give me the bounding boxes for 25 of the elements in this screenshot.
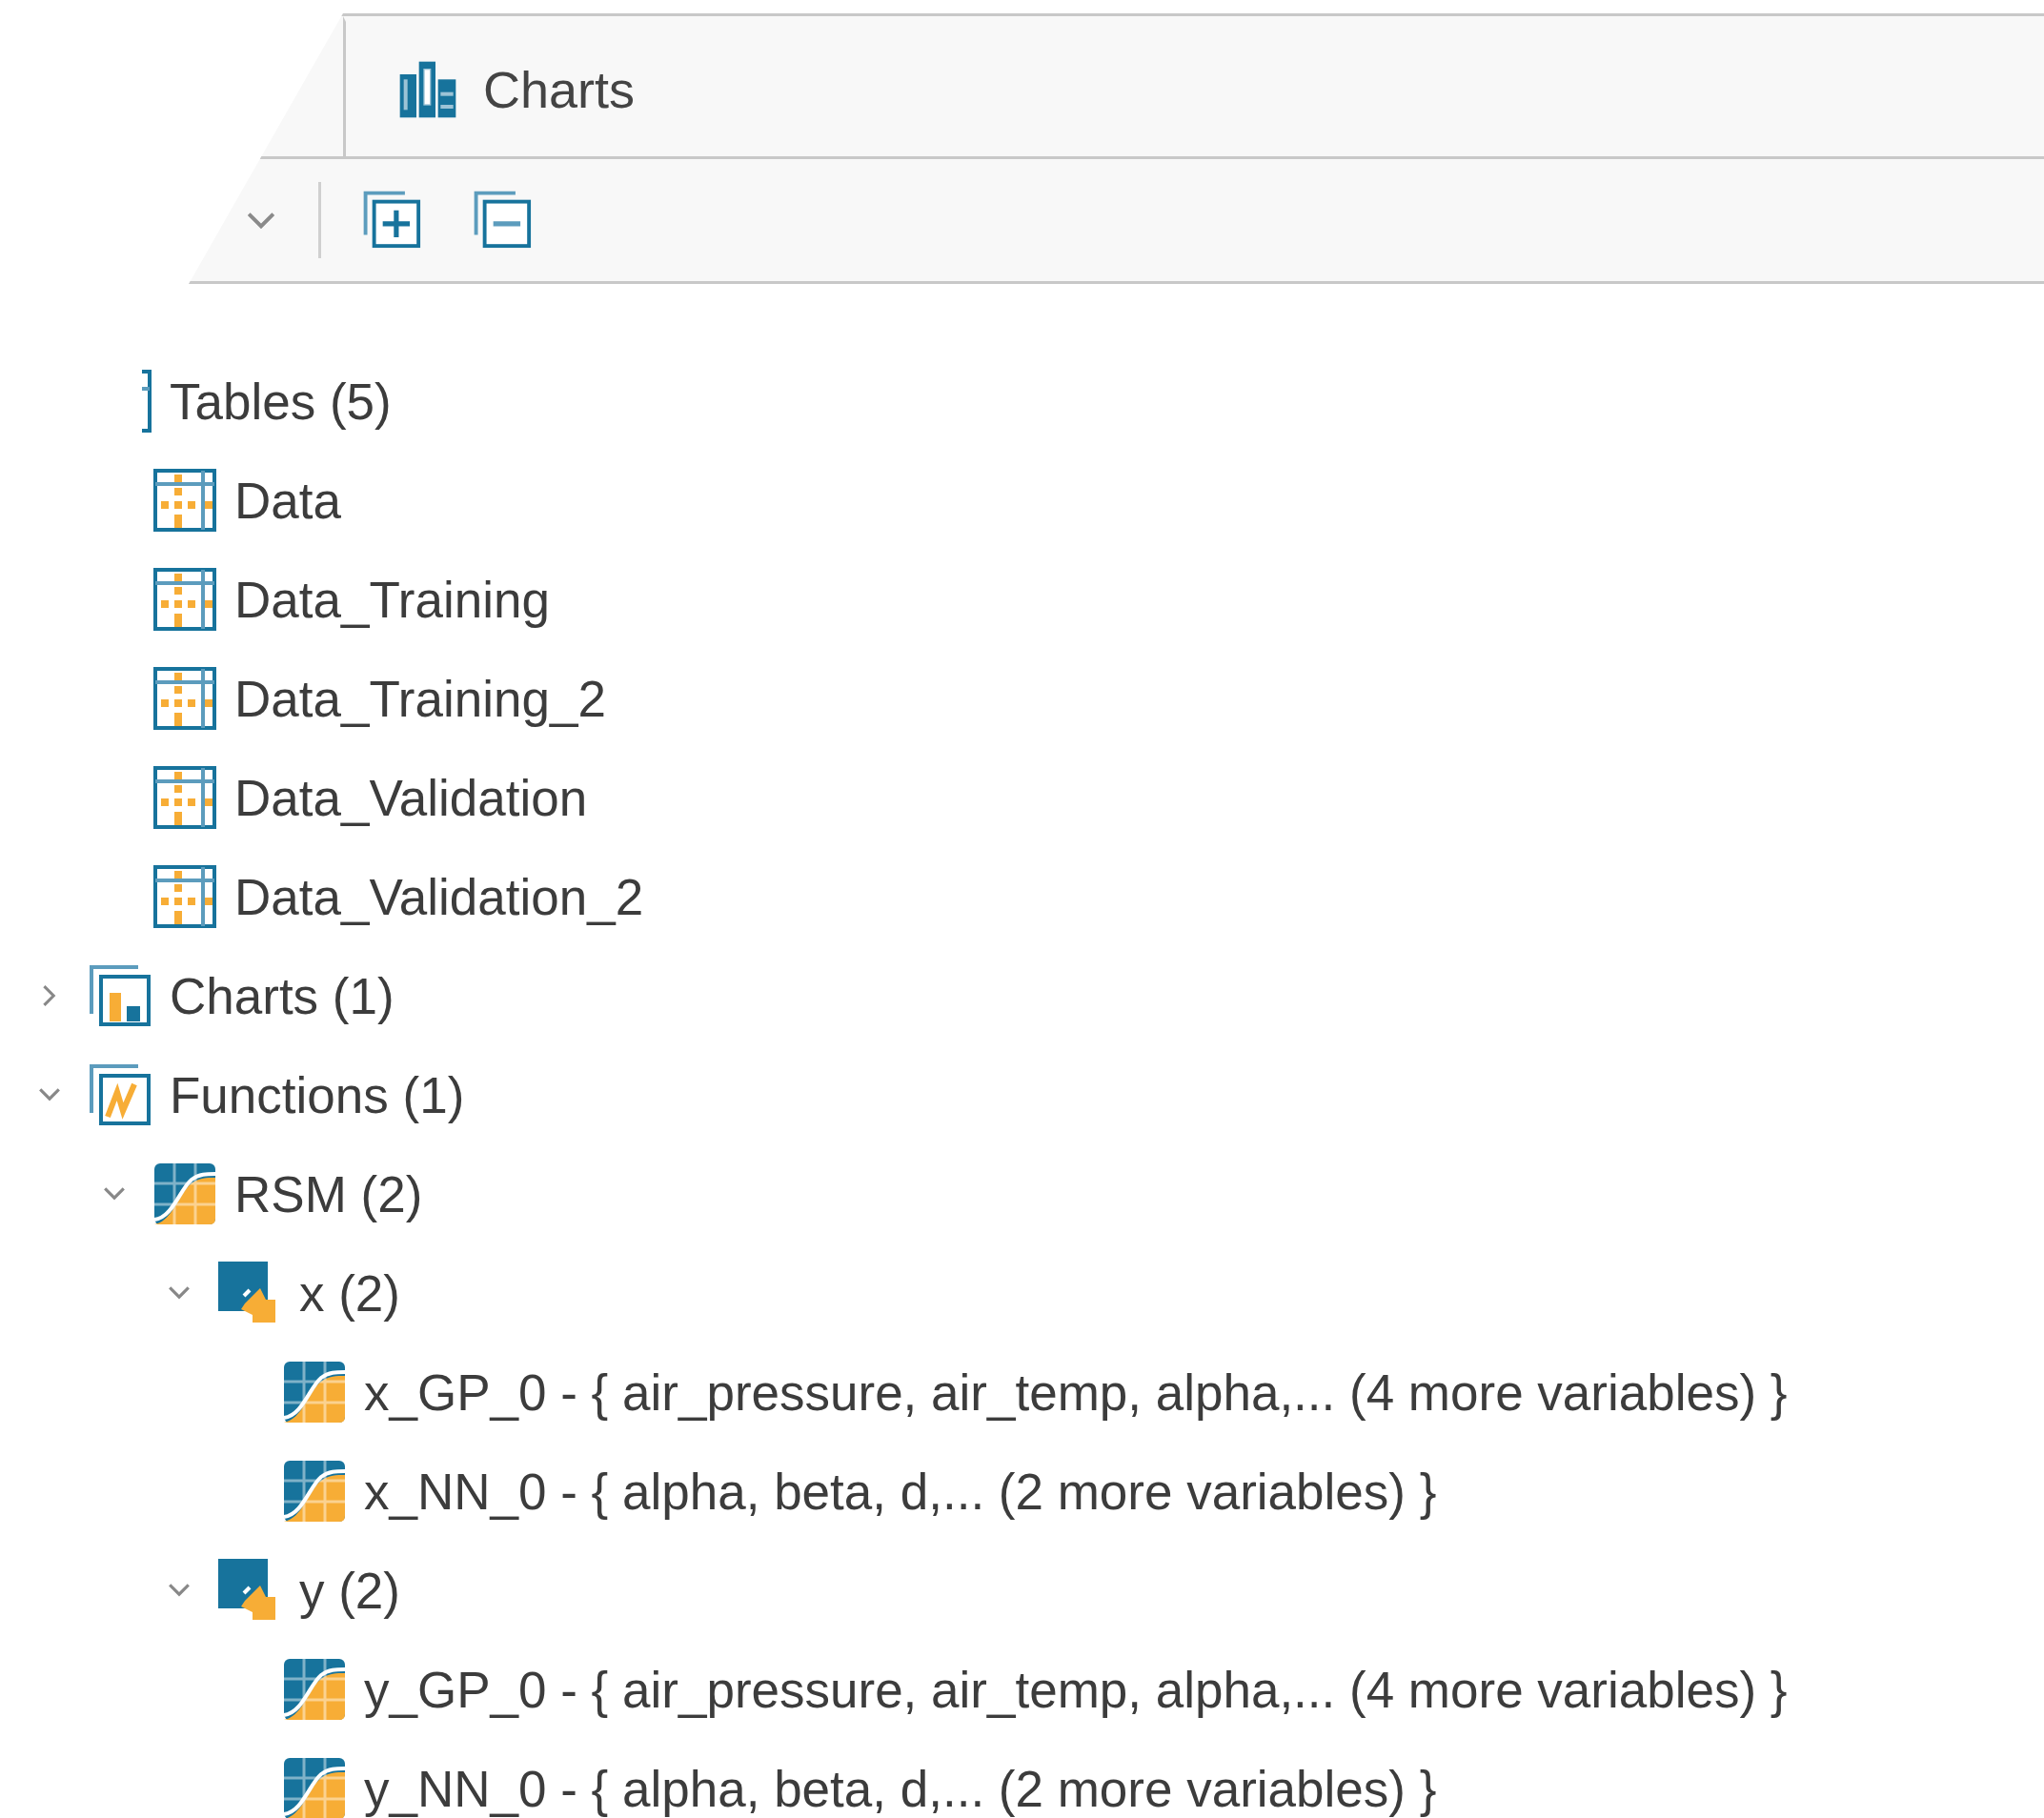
- surface-plot-icon: [283, 1361, 346, 1424]
- tree-item[interactable]: Functions (1): [170, 1065, 465, 1124]
- tree-item[interactable]: x_NN_0 - { alpha, beta, d,... (2 more variables) }: [364, 1462, 1437, 1521]
- tree-item[interactable]: Data_Training: [234, 570, 550, 629]
- surface-plot-icon: [283, 1460, 346, 1523]
- tree-item[interactable]: x_GP_0 - { air_pressure, air_temp, alpha,... (4 more variables) }: [364, 1363, 1788, 1422]
- tree-item[interactable]: Data_Training_2: [234, 669, 606, 728]
- function-graph-icon: [89, 1063, 152, 1126]
- collapse-all-button[interactable]: [474, 191, 533, 250]
- tab[interactable]: Charts: [343, 16, 674, 156]
- tree-item[interactable]: RSM (2): [234, 1164, 423, 1223]
- tree-item[interactable]: y (2): [299, 1561, 400, 1620]
- tree-item[interactable]: Charts (1): [170, 966, 395, 1025]
- chevron-down-icon[interactable]: [246, 211, 276, 230]
- tree-item[interactable]: y_NN_0 - { alpha, beta, d,... (2 more variables) }: [364, 1759, 1437, 1818]
- expand-all-button[interactable]: [363, 191, 422, 250]
- tree-item[interactable]: Data_Validation_2: [234, 867, 644, 926]
- bar-chart-icon: [89, 964, 152, 1027]
- tree-item[interactable]: x (2): [299, 1263, 400, 1323]
- tree-item[interactable]: Tables (5): [170, 372, 392, 431]
- tree-item[interactable]: Data_Validation: [234, 768, 588, 827]
- surface-plot-icon: [283, 1658, 346, 1721]
- tree-item[interactable]: Data: [234, 471, 341, 530]
- tree-item[interactable]: y_GP_0 - { air_pressure, air_temp, alpha,... (4 more variables) }: [364, 1660, 1788, 1719]
- surface-plot-icon: [153, 1162, 216, 1225]
